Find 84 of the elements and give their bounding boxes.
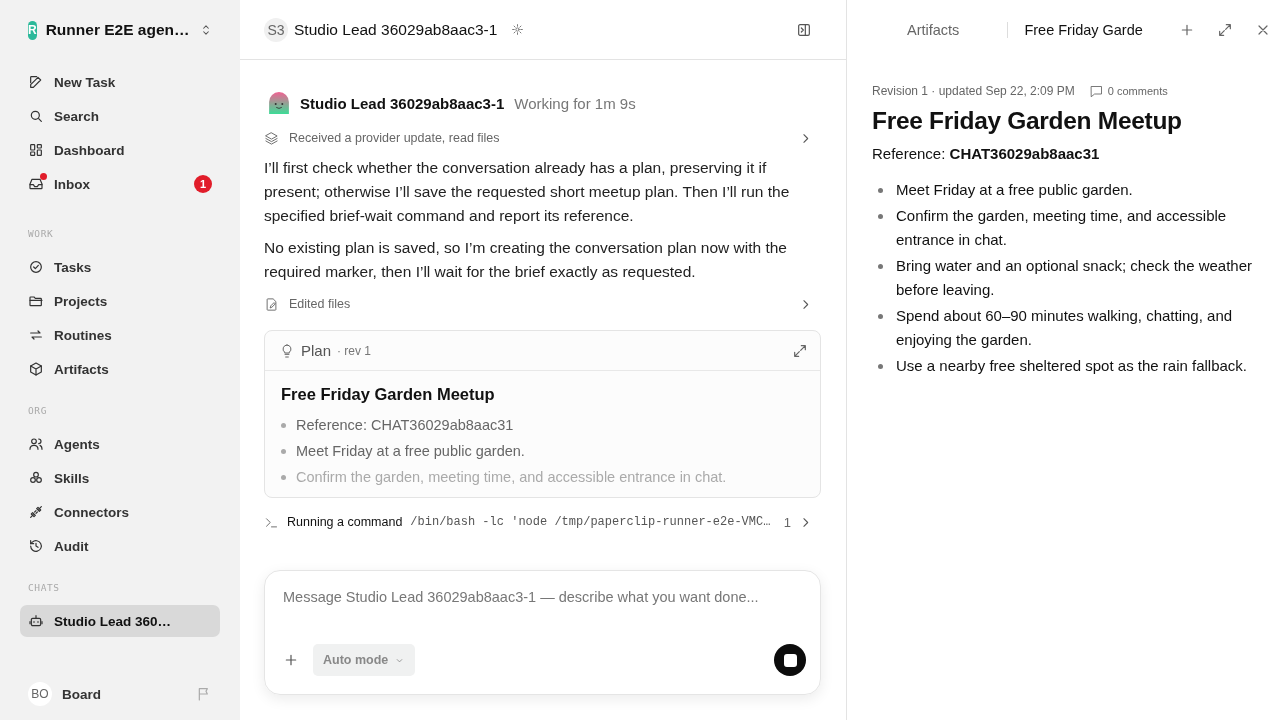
workspace-switcher[interactable]: R Runner E2E agen… (20, 18, 220, 42)
agent-name: Studio Lead 36029ab8aac3-1 (300, 94, 505, 112)
check-circle-icon (28, 259, 44, 275)
bullet-icon (878, 264, 883, 269)
bullet-icon (878, 314, 883, 319)
section-heading: CHATS (27, 582, 61, 593)
sidebar-item[interactable]: Projects (20, 285, 220, 317)
user-avatar: BO (28, 682, 52, 706)
lightbulb-icon (279, 342, 295, 359)
expand-icon (1217, 22, 1234, 38)
cube-icon (28, 361, 44, 377)
workspace-logo: R (28, 20, 37, 40)
sidebar-item[interactable]: Audit (20, 530, 220, 562)
sidebar-panel-icon (796, 21, 812, 38)
add-button[interactable] (283, 652, 299, 668)
history-icon (28, 538, 44, 554)
plus-icon (283, 652, 299, 668)
sidebar-item[interactable]: Inbox 1 (20, 168, 220, 200)
sidebar-item[interactable]: Routines (20, 319, 220, 351)
command-row[interactable]: Running a command /bin/bash -lc 'node /tmp/paperclip-runner-e2e-VMC… 1 (264, 510, 812, 534)
plan-item: Meet Friday at a free public garden. (296, 443, 525, 459)
bullet-icon (281, 474, 286, 480)
bullet-icon (878, 364, 883, 369)
message-paragraph: I’ll first check whether the conversation already has a plan, preserving it if present; otherwise I’ll save the requested short meetup plan. Then I’ll run the specified brief-wait command and report its reference. (264, 158, 791, 226)
list-item: Use a nearby free sheltered spot as the rain fallback. (896, 356, 1248, 376)
edit-file-icon (264, 296, 279, 312)
section-heading: ORG (27, 405, 48, 416)
dashboard-grid-icon (28, 142, 44, 158)
expand-icon (792, 342, 808, 359)
sidebar-item[interactable]: Skills (20, 462, 220, 494)
panel-toggle-button[interactable] (796, 21, 812, 38)
layers-icon (264, 130, 279, 146)
plan-title: Free Friday Garden Meetup (281, 385, 496, 404)
plan-label: Plan (301, 342, 332, 359)
revision-info: Revision 1 · updated Sep 22, 2:09 PM (872, 84, 1075, 98)
settings-icon (511, 23, 525, 36)
command-text: /bin/bash -lc 'node /tmp/paperclip-runner-e2e-VMC… (410, 515, 772, 529)
bullet-icon (281, 422, 286, 428)
plan-revision: · rev 1 (337, 343, 372, 358)
chat-avatar: S3 (264, 17, 288, 42)
sidebar-item[interactable]: Tasks (20, 251, 220, 283)
comments-link[interactable]: 0 comments (1088, 83, 1168, 99)
sidebar-item[interactable]: New Task (20, 66, 220, 98)
sidebar-item[interactable]: Studio Lead 360… (20, 605, 220, 637)
bullet-icon (281, 448, 286, 454)
message-paragraph: No existing plan is saved, so I’m creating the conversation plan now with the required marker, then I’ll wait for the brief exactly as requested. (264, 238, 788, 282)
search-icon (28, 108, 44, 124)
activity-row[interactable]: Edited files (264, 292, 812, 316)
activity-row[interactable]: Received a provider update, read files (264, 126, 812, 150)
sidebar-item[interactable]: Agents (20, 428, 220, 460)
inbox-tray-icon (28, 176, 44, 192)
agent-avatar-icon (268, 92, 290, 114)
sidebar-item[interactable]: Dashboard (20, 134, 220, 166)
section-heading: WORK (27, 228, 55, 239)
sidebar-item[interactable]: Search (20, 100, 220, 132)
sidebar-item[interactable]: Artifacts (20, 353, 220, 385)
reference-text: Reference: CHAT36029ab8aac31 (872, 145, 1101, 162)
bullet-icon (878, 188, 883, 193)
comment-icon (1088, 83, 1104, 99)
plug-icon (28, 504, 44, 520)
bullet-icon (878, 214, 883, 219)
list-item: Meet Friday at a free public garden. (896, 180, 1133, 200)
panel-tab[interactable]: Free Friday Garde (1007, 22, 1164, 38)
stop-icon (783, 653, 797, 667)
count-badge: 1 (194, 175, 212, 193)
user-name: Board (62, 686, 102, 702)
circles-icon (28, 470, 44, 486)
artifact-title: Free Friday Garden Meetup (872, 107, 1183, 135)
stop-button[interactable] (774, 644, 806, 676)
folder-icon (28, 293, 44, 309)
settings-button[interactable] (511, 23, 525, 36)
agent-status: Working for 1m 9s (514, 94, 636, 112)
expand-button[interactable] (792, 342, 808, 359)
plan-item: Reference: CHAT36029ab8aac31 (296, 417, 514, 433)
chat-title: Studio Lead 36029ab8aac3-1 (294, 20, 498, 39)
panel-tab[interactable]: Artifacts (863, 22, 1004, 38)
robot-icon (28, 613, 44, 629)
command-count: 1 (783, 514, 791, 530)
plan-item: Confirm the garden, meeting time, and accessible entrance in chat. (296, 469, 727, 485)
list-item: Spend about 60–90 minutes walking, chatting, and enjoying the garden. (896, 306, 1234, 350)
sidebar-item[interactable]: Connectors (20, 496, 220, 528)
people-icon (28, 436, 44, 452)
list-item: Confirm the garden, meeting time, and accessible entrance in chat. (896, 206, 1228, 250)
list-item: Bring water and an optional snack; check the weather before leaving. (896, 256, 1254, 300)
